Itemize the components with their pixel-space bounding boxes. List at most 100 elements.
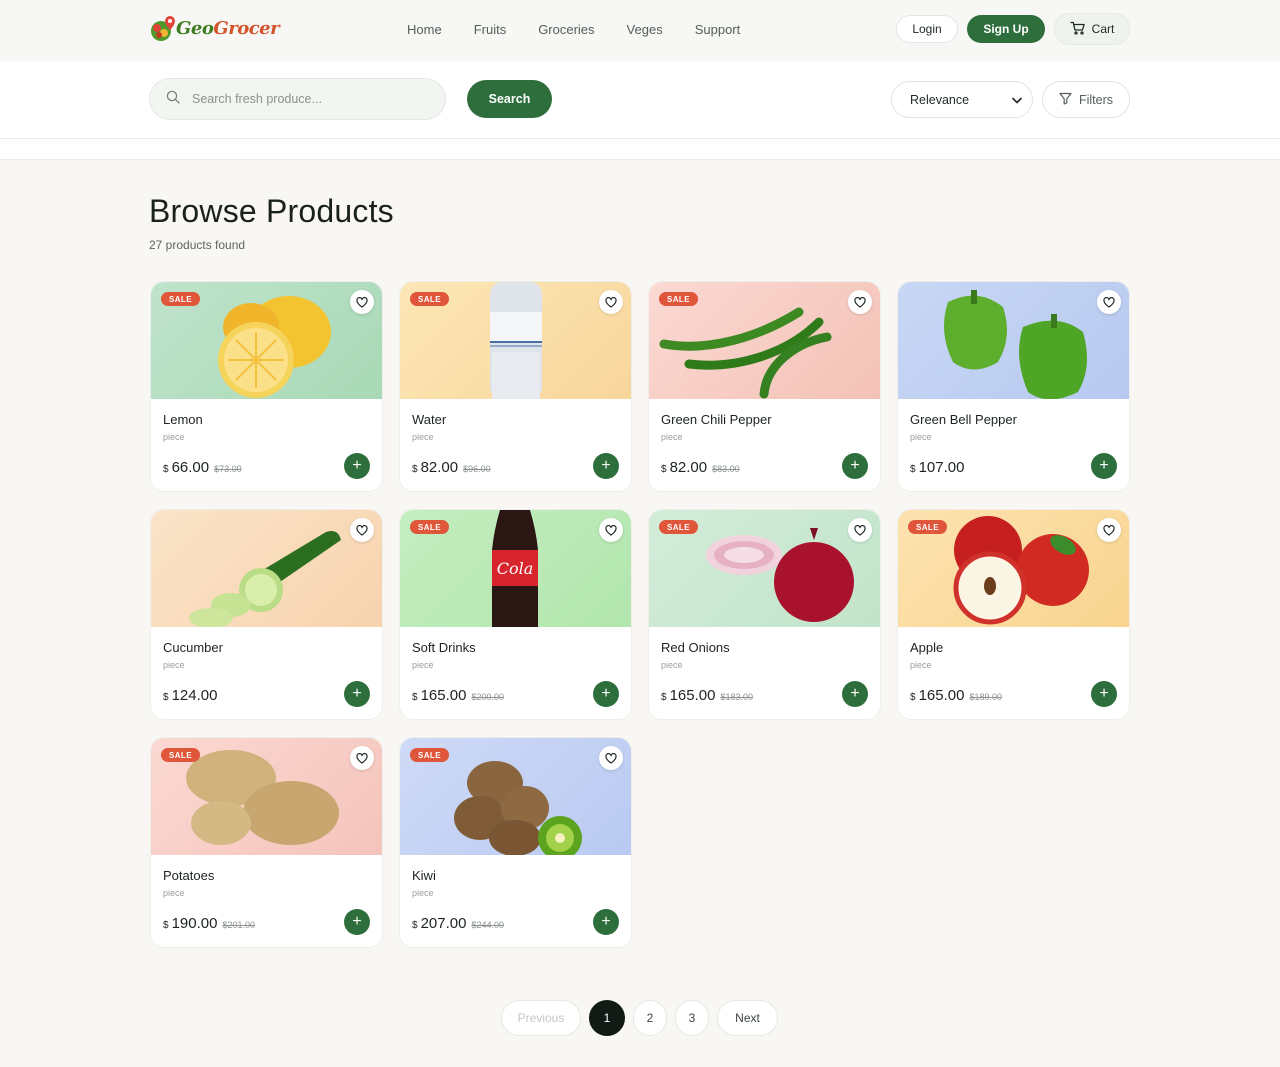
sale-badge: SALE	[410, 520, 449, 534]
add-to-cart-button[interactable]: +	[1091, 681, 1117, 707]
filters-button[interactable]: Filters	[1042, 81, 1130, 118]
sort-dropdown[interactable]: Relevance	[891, 81, 1033, 118]
heart-icon	[854, 296, 866, 308]
svg-text:Cola: Cola	[497, 559, 534, 578]
product-card-kiwi[interactable]: SALE Kiwi piece $ 207.00 $244.00 +	[399, 737, 632, 948]
pagination: Previous 1 2 3 Next	[501, 1000, 778, 1036]
add-to-cart-button[interactable]: +	[344, 909, 370, 935]
product-grid: SALE Lemon piece $ 66.00 $73.00 + SALE W…	[150, 281, 1130, 948]
product-name[interactable]: Green Bell Pepper	[910, 412, 1017, 427]
product-unit: piece	[661, 432, 683, 442]
product-name[interactable]: Lemon	[163, 412, 203, 427]
currency-symbol: $	[163, 464, 169, 475]
nav-fruits[interactable]: Fruits	[474, 22, 507, 37]
product-name[interactable]: Red Onions	[661, 640, 730, 655]
login-button[interactable]: Login	[896, 15, 958, 43]
favorite-button[interactable]	[599, 290, 623, 314]
product-name[interactable]: Cucumber	[163, 640, 223, 655]
nav-groceries[interactable]: Groceries	[538, 22, 594, 37]
bell-pepper-image[interactable]	[898, 282, 1129, 399]
product-card-soft-drinks[interactable]: Cola SALE Soft Drinks piece $ 165.00 $20…	[399, 509, 632, 720]
product-name[interactable]: Green Chili Pepper	[661, 412, 772, 427]
cola-bottle-image[interactable]: Cola SALE	[400, 510, 631, 627]
favorite-button[interactable]	[350, 746, 374, 770]
product-card-lemon[interactable]: SALE Lemon piece $ 66.00 $73.00 +	[150, 281, 383, 492]
current-price: 107.00	[918, 459, 965, 476]
product-name[interactable]: Water	[412, 412, 446, 427]
current-price: 165.00	[420, 687, 467, 704]
product-card-green-chili-pepper[interactable]: SALE Green Chili Pepper piece $ 82.00 $8…	[648, 281, 881, 492]
sort-selected-value: Relevance	[910, 92, 970, 107]
favorite-button[interactable]	[350, 290, 374, 314]
result-count: 27 products found	[149, 238, 246, 252]
filter-funnel-icon	[1059, 92, 1072, 108]
add-to-cart-button[interactable]: +	[842, 681, 868, 707]
currency-symbol: $	[910, 692, 916, 703]
search-input[interactable]	[192, 92, 412, 106]
add-to-cart-button[interactable]: +	[344, 681, 370, 707]
page-1-button[interactable]: 1	[589, 1000, 625, 1036]
cart-button[interactable]: Cart	[1054, 13, 1130, 45]
page-3-button[interactable]: 3	[675, 1000, 709, 1036]
original-price: $201.00	[222, 920, 255, 930]
cucumber-image[interactable]	[151, 510, 382, 627]
favorite-button[interactable]	[599, 518, 623, 542]
favorite-button[interactable]	[1097, 290, 1121, 314]
add-to-cart-button[interactable]: +	[842, 453, 868, 479]
search-button[interactable]: Search	[467, 80, 552, 118]
apple-image[interactable]: SALE	[898, 510, 1129, 627]
nav-support[interactable]: Support	[695, 22, 741, 37]
product-price: $ 82.00 $96.00	[412, 459, 491, 476]
current-price: 124.00	[171, 687, 218, 704]
sale-badge: SALE	[161, 748, 200, 762]
add-to-cart-button[interactable]: +	[593, 909, 619, 935]
product-name[interactable]: Potatoes	[163, 868, 214, 883]
sale-badge: SALE	[659, 292, 698, 306]
nav-veges[interactable]: Veges	[627, 22, 663, 37]
nav-home[interactable]: Home	[407, 22, 442, 37]
kiwi-image[interactable]: SALE	[400, 738, 631, 855]
product-card-green-bell-pepper[interactable]: Green Bell Pepper piece $ 107.00 +	[897, 281, 1130, 492]
signup-button[interactable]: Sign Up	[967, 15, 1045, 43]
original-price: $200.00	[471, 692, 504, 702]
green-chili-image[interactable]: SALE	[649, 282, 880, 399]
brand-logo[interactable]: GeoGrocer	[149, 13, 280, 43]
previous-page-button[interactable]: Previous	[501, 1000, 581, 1036]
main-nav: Home Fruits Groceries Veges Support	[407, 22, 740, 37]
search-field[interactable]	[149, 78, 446, 120]
product-card-water[interactable]: SALE Water piece $ 82.00 $96.00 +	[399, 281, 632, 492]
product-unit: piece	[412, 660, 434, 670]
currency-symbol: $	[661, 692, 667, 703]
red-onion-image[interactable]: SALE	[649, 510, 880, 627]
search-icon	[166, 90, 180, 109]
product-card-potatoes[interactable]: SALE Potatoes piece $ 190.00 $201.00 +	[150, 737, 383, 948]
add-to-cart-button[interactable]: +	[593, 681, 619, 707]
product-card-apple[interactable]: SALE Apple piece $ 165.00 $189.00 +	[897, 509, 1130, 720]
next-page-button[interactable]: Next	[717, 1000, 778, 1036]
favorite-button[interactable]	[350, 518, 374, 542]
heart-icon	[854, 524, 866, 536]
original-price: $189.00	[969, 692, 1002, 702]
product-price: $ 165.00 $189.00	[910, 687, 1002, 704]
filters-label: Filters	[1078, 92, 1114, 107]
add-to-cart-button[interactable]: +	[344, 453, 370, 479]
product-card-red-onions[interactable]: SALE Red Onions piece $ 165.00 $183.00 +	[648, 509, 881, 720]
favorite-button[interactable]	[848, 290, 872, 314]
potato-image[interactable]: SALE	[151, 738, 382, 855]
favorite-button[interactable]	[599, 746, 623, 770]
product-card-cucumber[interactable]: Cucumber piece $ 124.00 +	[150, 509, 383, 720]
product-unit: piece	[910, 432, 932, 442]
sale-badge: SALE	[410, 748, 449, 762]
currency-symbol: $	[661, 464, 667, 475]
product-name[interactable]: Apple	[910, 640, 943, 655]
product-price: $ 66.00 $73.00	[163, 459, 242, 476]
add-to-cart-button[interactable]: +	[593, 453, 619, 479]
lemon-image[interactable]: SALE	[151, 282, 382, 399]
product-name[interactable]: Soft Drinks	[412, 640, 476, 655]
favorite-button[interactable]	[1097, 518, 1121, 542]
page-2-button[interactable]: 2	[633, 1000, 667, 1036]
favorite-button[interactable]	[848, 518, 872, 542]
water-bottle-image[interactable]: SALE	[400, 282, 631, 399]
product-name[interactable]: Kiwi	[412, 868, 436, 883]
add-to-cart-button[interactable]: +	[1091, 453, 1117, 479]
